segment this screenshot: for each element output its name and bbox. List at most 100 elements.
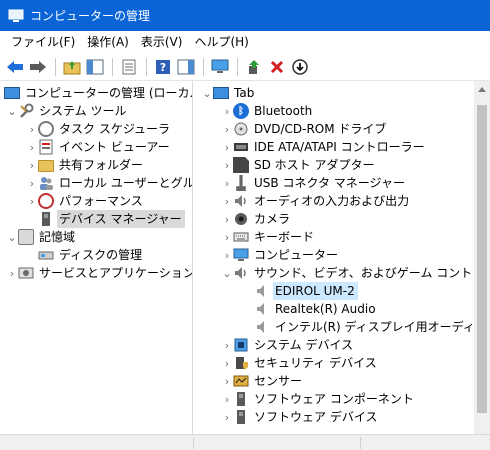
chevron-right-icon[interactable]: › <box>26 192 38 210</box>
tree-item-label: 共有フォルダー <box>59 158 144 172</box>
device-category-audio-io[interactable]: › オーディオの入力および出力 <box>221 192 409 210</box>
tree-item-services-apps[interactable]: › サービスとアプリケーション <box>6 264 193 282</box>
chevron-right-icon[interactable]: › <box>221 408 233 426</box>
services-icon <box>18 265 34 281</box>
vertical-scrollbar[interactable] <box>474 81 490 434</box>
device-category-ide[interactable]: › IDE ATA/ATAPI コントローラー <box>221 138 425 156</box>
device-edirol-um2[interactable]: EDIROL UM-2 <box>254 282 358 300</box>
event-log-icon <box>38 139 54 155</box>
chevron-right-icon[interactable]: › <box>221 192 233 210</box>
users-icon <box>38 175 54 191</box>
device-category-label: カメラ <box>254 212 291 226</box>
device-category-label: キーボード <box>254 230 315 244</box>
security-device-icon <box>233 355 249 371</box>
chevron-down-icon[interactable]: ⌄ <box>6 102 18 120</box>
chevron-right-icon[interactable]: › <box>6 264 18 282</box>
up-folder-icon[interactable] <box>61 56 83 78</box>
device-category-keyboard[interactable]: › キーボード <box>221 228 314 246</box>
tree-item-computer-management[interactable]: コンピューターの管理 (ローカル) <box>4 84 192 102</box>
disable-device-icon[interactable] <box>289 56 311 78</box>
storage-icon <box>18 229 34 245</box>
dvd-drive-icon <box>233 121 249 137</box>
device-category-label: サウンド、ビデオ、およびゲーム コントローラー <box>254 266 474 280</box>
update-driver-icon[interactable] <box>243 56 265 78</box>
tree-item-performance[interactable]: › パフォーマンス <box>26 192 143 210</box>
tree-item-shared-folders[interactable]: › 共有フォルダー <box>26 156 143 174</box>
chevron-right-icon[interactable]: › <box>221 354 233 372</box>
chevron-right-icon[interactable]: › <box>221 372 233 390</box>
chevron-right-icon[interactable]: › <box>26 174 38 192</box>
device-category-system-devices[interactable]: › システム デバイス <box>221 336 353 354</box>
device-category-usb-connector[interactable]: › USB コネクタ マネージャー <box>221 174 405 192</box>
tree-item-label: サービスとアプリケーション <box>39 266 193 280</box>
chevron-right-icon[interactable]: › <box>221 138 233 156</box>
device-category-label: IDE ATA/ATAPI コントローラー <box>254 140 425 154</box>
tree-item-local-users[interactable]: › ローカル ユーザーとグループ <box>26 174 192 192</box>
chevron-right-icon[interactable]: › <box>221 156 233 174</box>
device-intel-display-audio[interactable]: インテル(R) ディスプレイ用オーディオ <box>254 318 474 336</box>
menu-help[interactable]: ヘルプ(H) <box>189 32 253 52</box>
chevron-right-icon[interactable]: › <box>221 246 233 264</box>
title-bar: コンピューターの管理 <box>0 0 490 31</box>
monitor-icon[interactable] <box>209 56 231 78</box>
tree-item-system-tools[interactable]: ⌄ システム ツール <box>6 102 126 120</box>
device-category-sd[interactable]: › SD ホスト アダプター <box>221 156 375 174</box>
device-tree-root[interactable]: ⌄ Tab <box>201 84 254 102</box>
device-category-computer[interactable]: › コンピューター <box>221 246 338 264</box>
chevron-right-icon[interactable]: › <box>26 120 38 138</box>
tree-item-task-scheduler[interactable]: › タスク スケジューラ <box>26 120 170 138</box>
chevron-right-icon[interactable]: › <box>221 120 233 138</box>
chevron-right-icon[interactable]: › <box>26 138 38 156</box>
camera-icon <box>233 211 249 227</box>
software-component-icon <box>233 391 249 407</box>
forward-arrow-icon[interactable] <box>27 56 49 78</box>
menu-file[interactable]: ファイル(F) <box>6 32 80 52</box>
device-category-dvd[interactable]: › DVD/CD-ROM ドライブ <box>221 120 387 138</box>
device-category-label: センサー <box>254 374 303 388</box>
tree-item-storage[interactable]: ⌄ 記憶域 <box>6 228 75 246</box>
device-category-sound-video-game[interactable]: ⌄ サウンド、ビデオ、およびゲーム コントローラー <box>221 264 474 282</box>
device-category-sensors[interactable]: › センサー <box>221 372 302 390</box>
help-icon[interactable]: ? <box>152 56 174 78</box>
action-pane-icon[interactable] <box>175 56 197 78</box>
scrollbar-thumb[interactable] <box>477 105 487 413</box>
svg-text:?: ? <box>160 61 166 74</box>
chevron-down-icon[interactable]: ⌄ <box>6 228 18 246</box>
device-realtek-audio[interactable]: Realtek(R) Audio <box>254 300 376 318</box>
device-category-camera[interactable]: › カメラ <box>221 210 290 228</box>
tools-icon <box>18 103 34 119</box>
show-hide-tree-icon[interactable] <box>84 56 106 78</box>
clock-icon <box>38 121 54 137</box>
chevron-right-icon[interactable]: › <box>221 210 233 228</box>
chevron-right-icon[interactable]: › <box>221 228 233 246</box>
tree-item-event-viewer[interactable]: › イベント ビューアー <box>26 138 170 156</box>
menu-view[interactable]: 表示(V) <box>136 32 188 52</box>
device-label: Realtek(R) Audio <box>275 302 376 316</box>
device-category-software-components[interactable]: › ソフトウェア コンポーネント <box>221 390 414 408</box>
chevron-right-icon[interactable]: › <box>26 156 38 174</box>
properties-icon[interactable] <box>118 56 140 78</box>
device-category-bluetooth[interactable]: › ᛒ Bluetooth <box>221 102 312 120</box>
back-arrow-icon[interactable] <box>4 56 26 78</box>
chevron-right-icon[interactable]: › <box>221 390 233 408</box>
speaker-icon <box>233 265 249 281</box>
chevron-down-icon[interactable]: ⌄ <box>221 264 233 282</box>
scroll-up-arrow-icon[interactable] <box>478 87 486 92</box>
device-category-label: SD ホスト アダプター <box>254 158 375 172</box>
chevron-down-icon[interactable]: ⌄ <box>201 84 213 102</box>
device-category-security-devices[interactable]: › セキュリティ デバイス <box>221 354 377 372</box>
toolbar-separator <box>203 57 204 76</box>
device-tree-pane: ⌄ Tab › ᛒ Bluetooth › DVD/CD-ROM ドライブ › … <box>197 81 474 434</box>
audio-device-icon <box>254 319 270 335</box>
device-category-software-devices[interactable]: › ソフトウェア デバイス <box>221 408 377 426</box>
tree-item-device-manager[interactable]: デバイス マネージャー <box>38 210 185 228</box>
tree-item-disk-management[interactable]: ディスクの管理 <box>38 246 142 264</box>
device-category-label: ソフトウェア デバイス <box>254 410 378 424</box>
uninstall-icon[interactable] <box>266 56 288 78</box>
window-title: コンピューターの管理 <box>30 9 151 23</box>
chevron-right-icon[interactable]: › <box>221 174 233 192</box>
chevron-right-icon[interactable]: › <box>221 102 233 120</box>
software-device-icon <box>233 409 249 425</box>
menu-action[interactable]: 操作(A) <box>82 32 134 52</box>
chevron-right-icon[interactable]: › <box>221 336 233 354</box>
